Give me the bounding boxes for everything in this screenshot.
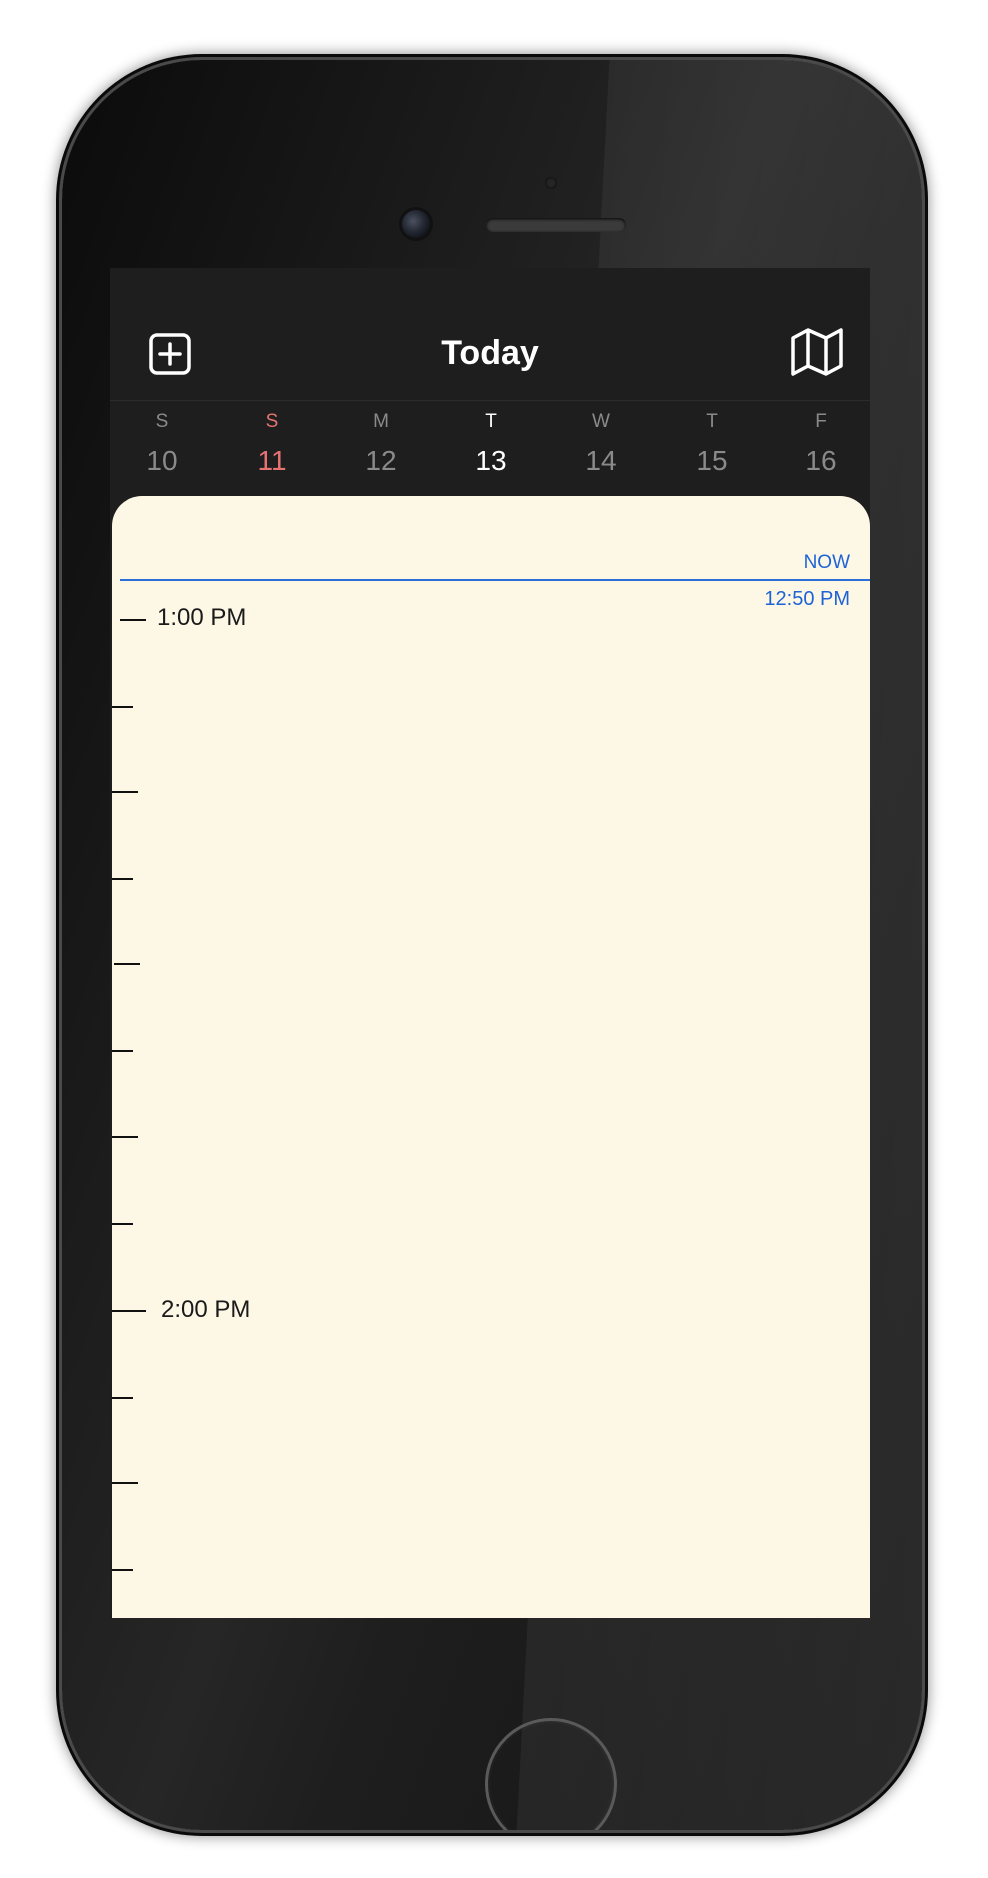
day-saturday-10[interactable]: S 10 <box>127 401 197 496</box>
map-icon[interactable] <box>790 326 844 378</box>
interval-tick <box>112 1569 133 1571</box>
hour-label-2pm: 2:00 PM <box>161 1296 251 1323</box>
interval-tick <box>112 1223 133 1225</box>
day-number: 14 <box>585 445 617 476</box>
interval-tick <box>112 706 133 708</box>
interval-tick <box>112 1397 133 1399</box>
day-number: 11 <box>257 445 287 476</box>
hour-label-1pm: 1:00 PM <box>157 604 247 631</box>
day-number: 10 <box>146 445 178 476</box>
week-strip: S 10 S 11 M 12 T 13 W 14 T 15 F 16 <box>110 401 870 496</box>
app-screen: Today S 10 S 11 M 12 T 13 W 14 T 15 F 16… <box>110 268 870 1618</box>
day-letter: W <box>592 411 610 432</box>
interval-tick <box>112 791 138 793</box>
day-timeline[interactable]: NOW 12:50 PM 1:00 PM 2:00 PM <box>112 496 870 1618</box>
day-letter: S <box>265 411 279 432</box>
page-title: Today <box>441 334 539 372</box>
day-letter: S <box>155 411 169 432</box>
day-number: 16 <box>805 445 837 476</box>
day-letter: T <box>706 411 718 432</box>
interval-tick <box>112 1136 138 1138</box>
day-monday-12[interactable]: M 12 <box>346 401 416 496</box>
hour-tick <box>112 1310 146 1312</box>
day-thursday-15[interactable]: T 15 <box>677 401 747 496</box>
now-time: 12:50 PM <box>764 588 850 610</box>
day-number: 12 <box>365 445 397 476</box>
day-sunday-11[interactable]: S 11 <box>237 401 307 496</box>
day-letter: F <box>815 411 827 432</box>
earpiece-speaker <box>486 218 626 232</box>
day-wednesday-14[interactable]: W 14 <box>566 401 636 496</box>
interval-tick <box>112 1050 133 1052</box>
top-navigation-bar: Today <box>110 268 870 401</box>
now-label: NOW <box>803 552 850 573</box>
day-letter: T <box>485 411 497 432</box>
day-number: 13 <box>475 445 507 476</box>
front-camera <box>402 210 430 238</box>
now-indicator-line <box>120 579 870 581</box>
day-friday-16[interactable]: F 16 <box>786 401 856 496</box>
hour-tick <box>120 619 146 621</box>
day-number: 15 <box>696 445 728 476</box>
day-tuesday-13-selected[interactable]: T 13 <box>456 401 526 496</box>
proximity-sensor <box>545 177 557 189</box>
day-letter: M <box>373 411 389 432</box>
interval-tick <box>114 963 140 965</box>
interval-tick <box>112 878 133 880</box>
interval-tick <box>112 1482 138 1484</box>
home-button[interactable] <box>485 1718 617 1830</box>
